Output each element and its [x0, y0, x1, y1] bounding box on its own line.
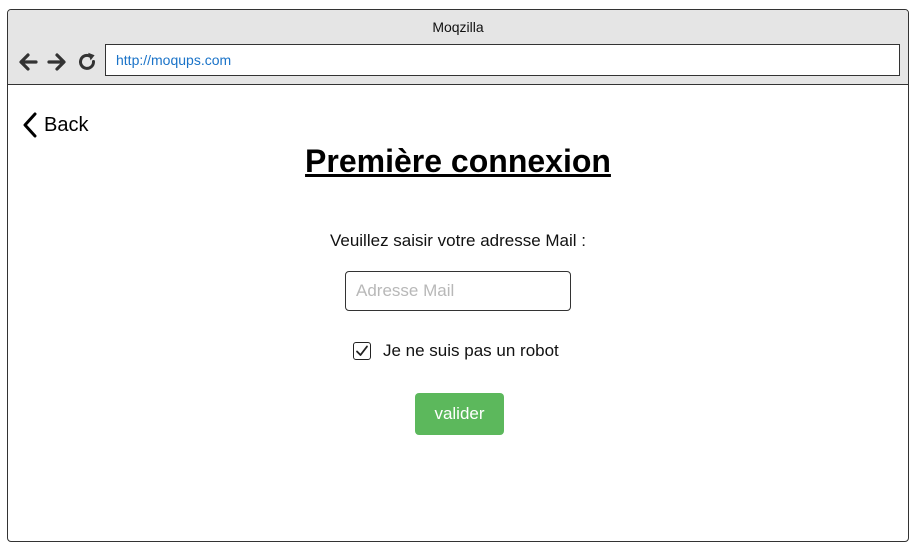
- reload-icon[interactable]: [75, 50, 99, 74]
- submit-button[interactable]: valider: [415, 393, 504, 435]
- forward-arrow-icon[interactable]: [45, 50, 69, 74]
- browser-window: Moqzilla Back Première connexion: [7, 9, 909, 542]
- robot-checkbox-row[interactable]: Je ne suis pas un robot: [353, 340, 559, 362]
- robot-checkbox-label: Je ne suis pas un robot: [383, 341, 559, 360]
- chevron-left-icon: [23, 112, 37, 138]
- page-title: Première connexion: [305, 143, 611, 179]
- back-label: Back: [44, 113, 89, 136]
- window-title: Moqzilla: [432, 19, 484, 35]
- back-arrow-icon[interactable]: [16, 50, 40, 74]
- page-content: Back Première connexion Veuillez saisir …: [8, 85, 908, 541]
- url-input[interactable]: [105, 44, 900, 76]
- email-prompt-label: Veuillez saisir votre adresse Mail :: [329, 231, 587, 250]
- robot-checkbox[interactable]: [353, 342, 371, 360]
- email-field[interactable]: [345, 271, 571, 311]
- browser-chrome: Moqzilla: [8, 10, 908, 85]
- back-link[interactable]: Back: [22, 111, 88, 139]
- checkmark-icon: [356, 345, 368, 356]
